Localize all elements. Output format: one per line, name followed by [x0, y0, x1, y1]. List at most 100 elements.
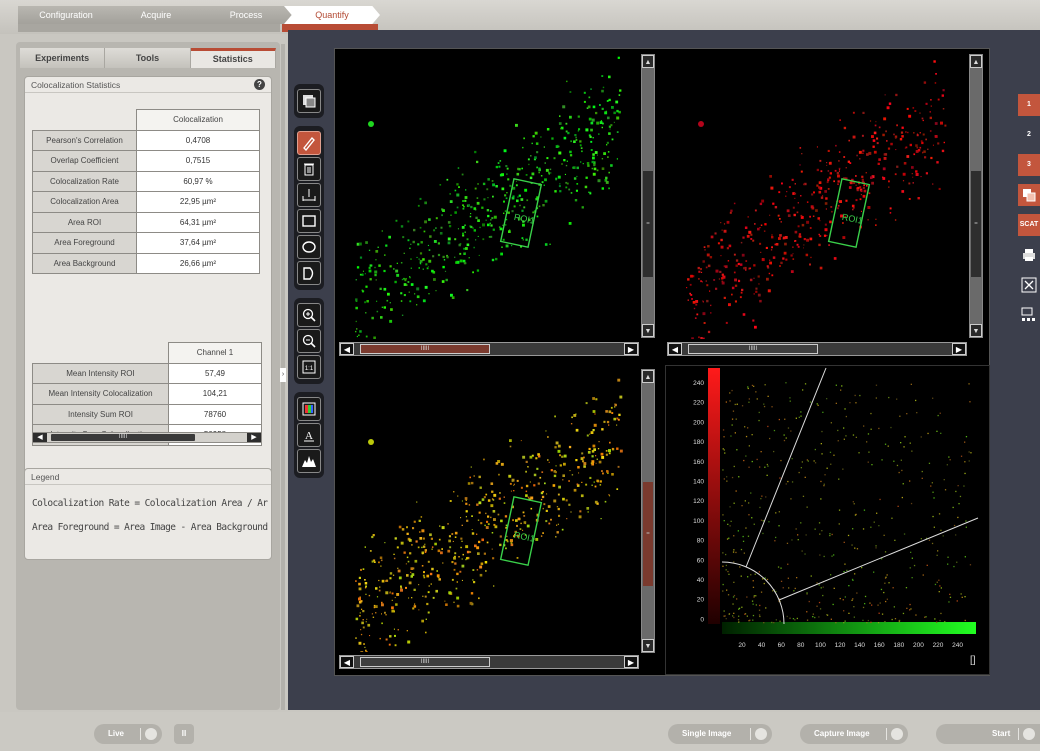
pause-button[interactable]: II [174, 724, 194, 744]
scatter-point [883, 591, 885, 594]
scatter-point [957, 485, 959, 487]
signal-speck [485, 526, 489, 529]
scatter-point [725, 401, 727, 403]
scatter-point [933, 526, 935, 528]
table-horizontal-scrollbar[interactable]: ◀ IIIII ▶ [32, 432, 262, 443]
tab-acquire[interactable]: Acquire [104, 6, 208, 24]
start-button[interactable]: Start [936, 724, 1040, 744]
scatter-point [751, 517, 753, 519]
scroll-left-icon[interactable]: ◀ [668, 343, 682, 355]
scroll-right-icon[interactable]: ▶ [624, 343, 638, 355]
single-image-button[interactable]: Single Image [668, 724, 772, 744]
merged-horizontal-scrollbar[interactable]: ◀ IIIII ▶ [339, 655, 639, 669]
color-display-icon[interactable] [297, 397, 321, 421]
scatter-point [879, 498, 881, 501]
tab-process[interactable]: Process [198, 6, 294, 24]
x-tick-label: 100 [815, 642, 826, 649]
zoom-actual-size-icon[interactable]: 1:1 [297, 355, 321, 379]
signal-speck [458, 186, 460, 188]
panel-splitter[interactable]: › [280, 44, 286, 710]
green-vertical-scrollbar[interactable]: ▲ = ▼ [641, 54, 655, 338]
scroll-thumb[interactable]: IIIII [360, 657, 490, 667]
scroll-right-icon[interactable]: ▶ [952, 343, 966, 355]
signal-speck [405, 586, 407, 589]
help-icon[interactable]: ? [254, 79, 265, 90]
view-1-button[interactable]: 1 [1018, 94, 1040, 116]
x-tick-label: 20 [738, 642, 746, 649]
zoom-in-icon[interactable] [297, 303, 321, 327]
signal-speck [686, 287, 688, 289]
merged-channel-view[interactable]: ROI1 [335, 367, 640, 652]
polygon-icon[interactable] [297, 261, 321, 285]
tab-statistics[interactable]: Statistics [190, 48, 276, 68]
scatter-point [905, 587, 908, 589]
scroll-thumb[interactable]: IIIII [51, 434, 195, 441]
scroll-up-icon[interactable]: ▲ [970, 55, 982, 68]
signal-speck [917, 197, 920, 200]
ellipse-icon[interactable] [297, 235, 321, 259]
scroll-thumb[interactable]: IIIII [688, 344, 818, 354]
live-button[interactable]: Live [94, 724, 162, 744]
capture-image-button[interactable]: Capture Image [800, 724, 908, 744]
tab-configuration[interactable]: Configuration [18, 6, 114, 24]
tab-experiments[interactable]: Experiments [20, 48, 106, 68]
scatter-plot-view[interactable]: 240 220 200 180 160 140 120 100 80 60 40 20 0 20 40 60… [665, 365, 990, 675]
scroll-thumb[interactable]: = [643, 171, 653, 277]
scroll-down-icon[interactable]: ▼ [970, 324, 982, 337]
scatter-point [806, 506, 808, 508]
signal-speck [818, 190, 822, 194]
scroll-left-icon[interactable]: ◀ [340, 343, 354, 355]
tab-tools[interactable]: Tools [105, 48, 191, 68]
scroll-down-icon[interactable]: ▼ [642, 639, 654, 652]
green-horizontal-scrollbar[interactable]: ◀ IIIII ▶ [339, 342, 639, 356]
histogram-icon[interactable] [297, 449, 321, 473]
scroll-thumb[interactable]: = [971, 171, 981, 277]
green-channel-view[interactable]: ROI1 [335, 49, 640, 339]
zoom-out-icon[interactable] [297, 329, 321, 353]
measure-icon[interactable] [297, 183, 321, 207]
pen-icon[interactable] [297, 131, 321, 155]
signal-speck [364, 273, 366, 275]
signal-speck [755, 287, 758, 290]
scroll-thumb[interactable]: IIIII [360, 344, 490, 354]
signal-speck [613, 121, 615, 123]
signal-speck [889, 207, 892, 210]
signal-speck [584, 185, 588, 189]
scatter-view-button[interactable]: SCAT [1018, 214, 1040, 236]
scroll-up-icon[interactable]: ▲ [642, 55, 654, 68]
signal-speck [608, 410, 612, 414]
red-channel-view[interactable]: ROI1 [665, 49, 965, 339]
merged-vertical-scrollbar[interactable]: ▲ = ▼ [641, 369, 655, 653]
red-horizontal-scrollbar[interactable]: ◀ IIIII ▶ [667, 342, 967, 356]
scroll-up-icon[interactable]: ▲ [642, 370, 654, 383]
signal-speck [441, 214, 443, 217]
layers-icon[interactable] [297, 89, 321, 113]
roi-rectangle[interactable]: ROI1 [499, 177, 543, 249]
tab-quantify[interactable]: Quantify [284, 6, 380, 24]
cut-icon[interactable] [1018, 274, 1040, 296]
signal-speck [800, 170, 803, 173]
scroll-right-icon[interactable]: ▶ [247, 433, 261, 442]
view-2-button[interactable]: 2 [1018, 124, 1040, 146]
rectangle-icon[interactable] [297, 209, 321, 233]
scroll-left-icon[interactable]: ◀ [33, 433, 47, 442]
scroll-thumb[interactable]: = [643, 482, 653, 586]
view-3-button[interactable]: 3 [1018, 154, 1040, 176]
text-annotation-icon[interactable]: A [297, 423, 321, 447]
roi-rectangle[interactable]: ROI1 [499, 495, 543, 567]
signal-speck [533, 484, 536, 487]
signal-speck [829, 220, 832, 224]
scatter-point [965, 526, 967, 528]
export-grid-icon[interactable] [1018, 304, 1040, 326]
splitter-grip-icon[interactable]: › [280, 368, 286, 382]
trash-icon[interactable] [297, 157, 321, 181]
red-vertical-scrollbar[interactable]: ▲ = ▼ [969, 54, 983, 338]
signal-speck [843, 126, 847, 130]
scroll-left-icon[interactable]: ◀ [340, 656, 354, 668]
scroll-right-icon[interactable]: ▶ [624, 656, 638, 668]
roi-rectangle[interactable]: ROI1 [827, 177, 871, 249]
print-icon[interactable] [1018, 244, 1040, 266]
multi-view-icon[interactable] [1018, 184, 1040, 206]
scroll-down-icon[interactable]: ▼ [642, 324, 654, 337]
signal-speck [542, 204, 545, 207]
